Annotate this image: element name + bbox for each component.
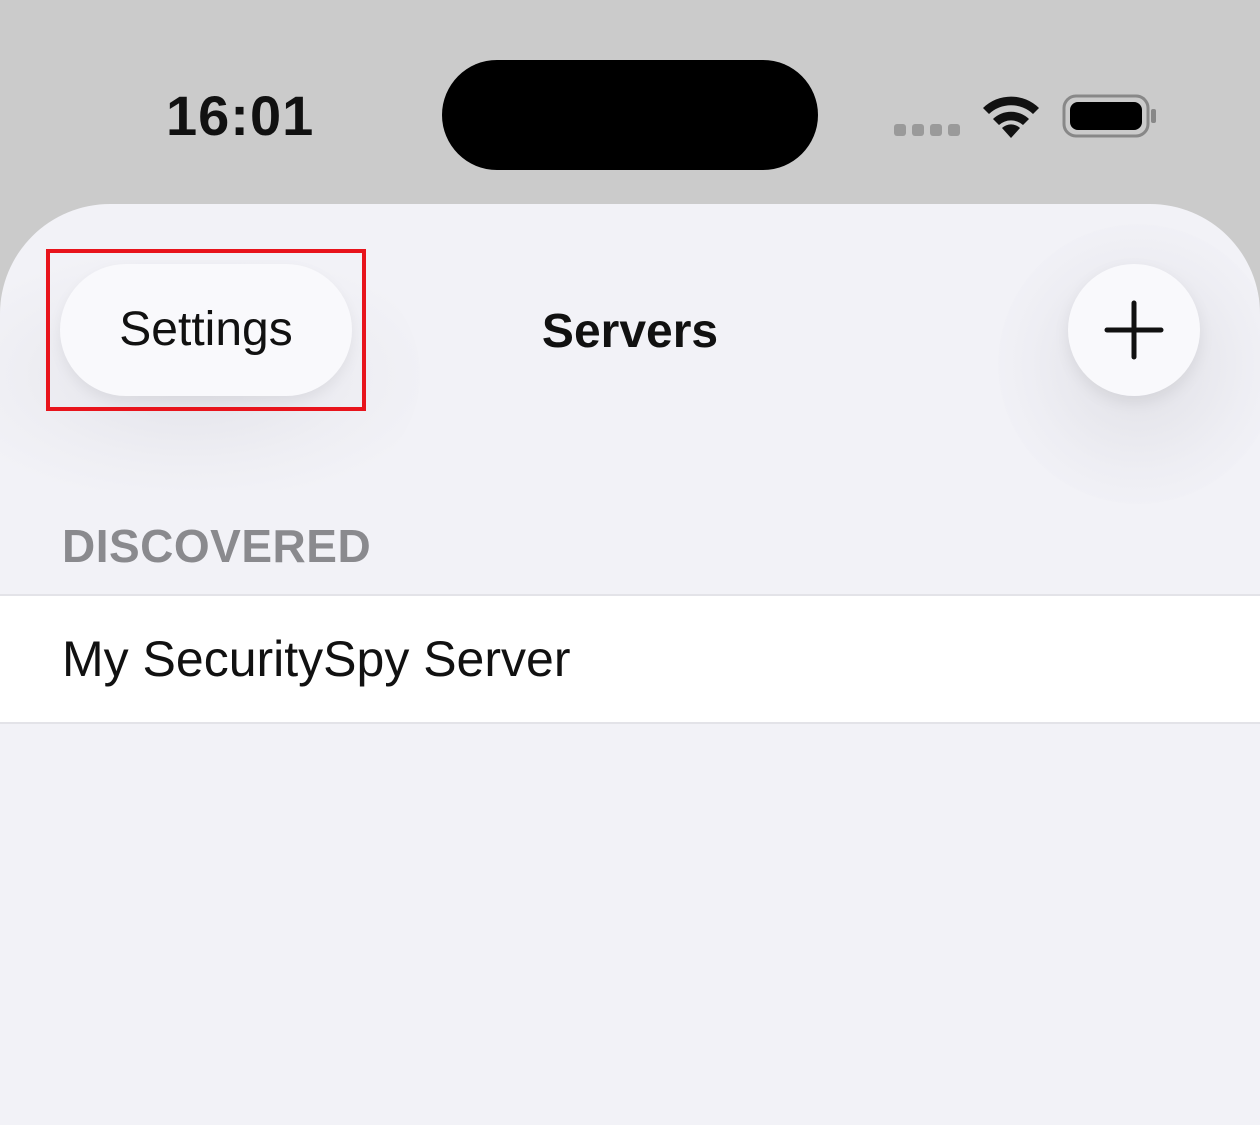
status-bar: 16:01 [0,0,1260,210]
add-server-button[interactable] [1068,264,1200,396]
status-time: 16:01 [166,84,315,147]
cellular-signal-icon [894,124,960,136]
battery-icon [1062,94,1156,138]
wifi-icon [983,96,1039,138]
servers-screen: Settings Servers DISCOVERED My SecurityS… [0,204,1260,1125]
section-header-discovered: DISCOVERED [62,520,372,572]
dynamic-island [442,60,818,170]
server-list: My SecuritySpy Server [0,594,1260,724]
server-name: My SecuritySpy Server [62,631,571,687]
plus-icon [1104,300,1164,360]
list-item[interactable]: My SecuritySpy Server [0,596,1260,722]
